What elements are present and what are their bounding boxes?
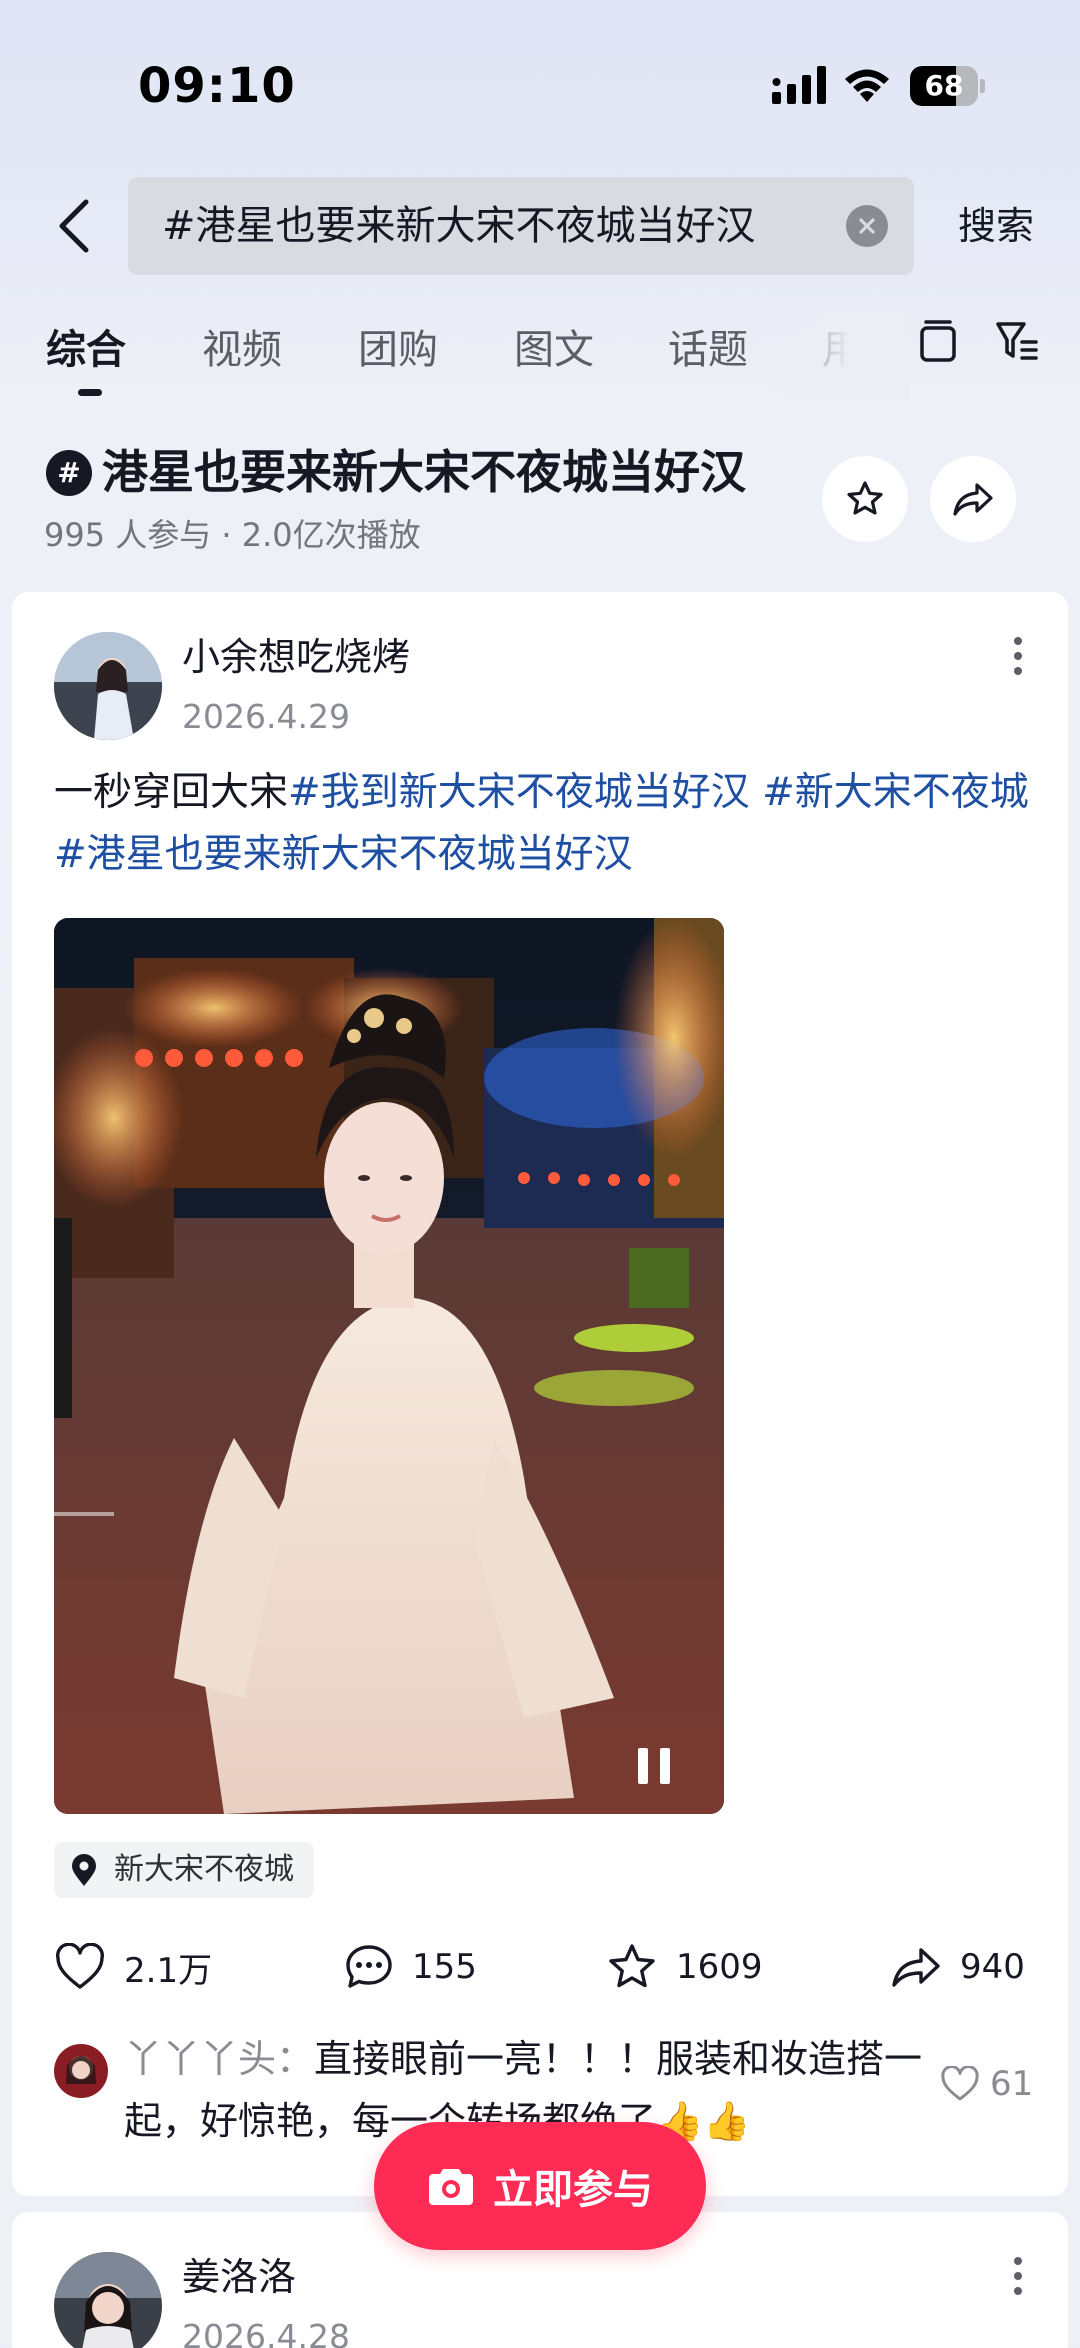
- post-caption: 一秒穿回大宋#我到新大宋不夜城当好汉 #新大宋不夜城 #港星也要来新大宋不夜城当…: [54, 762, 1034, 886]
- comment-count: 155: [412, 1947, 477, 1987]
- location-tag[interactable]: 新大宋不夜城: [54, 1842, 314, 1898]
- battery-percent: 68: [924, 69, 964, 102]
- video-frame: [54, 918, 724, 1814]
- search-query: #港星也要来新大宋不夜城当好汉: [162, 203, 756, 249]
- search-button[interactable]: 搜索: [958, 196, 1034, 256]
- status-time: 09:10: [138, 58, 296, 114]
- join-now-button[interactable]: 立即参与: [374, 2122, 706, 2250]
- tab-topic[interactable]: 话题: [668, 320, 748, 380]
- share-icon: [953, 483, 993, 516]
- like-button[interactable]: 2.1万: [54, 1932, 212, 2002]
- location-pin-icon: [72, 1854, 96, 1886]
- tab-group-buy[interactable]: 团购: [358, 320, 438, 380]
- favorite-count: 1609: [676, 1947, 763, 1987]
- topic-hash-icon: #: [46, 450, 92, 496]
- layout-toggle-icon[interactable]: [916, 318, 960, 368]
- video-player[interactable]: [54, 918, 724, 1814]
- status-bar: 09:10 68: [0, 0, 1080, 170]
- commenter-avatar[interactable]: [54, 2044, 108, 2098]
- camera-icon: [429, 2169, 473, 2205]
- caption-text: 一秒穿回大宋: [54, 770, 289, 815]
- author-name[interactable]: 小余想吃烧烤: [182, 630, 410, 684]
- tab-image-text[interactable]: 图文: [514, 320, 594, 380]
- clear-search-button[interactable]: [846, 205, 888, 247]
- comment-like-count: 61: [990, 2064, 1034, 2104]
- avatar[interactable]: [54, 632, 162, 740]
- topic-title: 港星也要来新大宋不夜城当好汉: [102, 445, 746, 499]
- favorite-button[interactable]: 1609: [606, 1932, 763, 2002]
- battery-indicator: 68: [910, 66, 985, 106]
- heart-icon: [941, 2066, 979, 2101]
- tab-comprehensive[interactable]: 综合: [46, 320, 126, 380]
- post-card[interactable]: 小余想吃烧烤 2026.4.29 一秒穿回大宋#我到新大宋不夜城当好汉 #新大宋…: [12, 592, 1068, 2196]
- close-icon: [859, 218, 875, 234]
- heart-icon: [56, 1943, 104, 1989]
- like-count: 2.1万: [124, 1950, 213, 1991]
- filter-icon[interactable]: [994, 318, 1040, 364]
- hashtag-link[interactable]: #新大宋不夜城: [762, 770, 1029, 815]
- search-input[interactable]: #港星也要来新大宋不夜城当好汉: [128, 177, 914, 275]
- comment-username: 丫丫丫头：: [124, 2037, 315, 2081]
- more-options-icon[interactable]: [998, 2246, 1038, 2306]
- hashtag-link[interactable]: #港星也要来新大宋不夜城当好汉: [54, 832, 633, 877]
- chevron-left-icon: [59, 199, 89, 253]
- wifi-icon: [845, 69, 889, 102]
- star-icon: [609, 1944, 655, 1988]
- favorite-topic-button[interactable]: [822, 456, 908, 542]
- comment-button[interactable]: 155: [344, 1932, 477, 2002]
- post-date: 2026.4.28: [182, 2317, 350, 2348]
- topic-stats: 995 人参与 · 2.0亿次播放: [44, 516, 421, 554]
- star-icon: [847, 481, 883, 515]
- share-topic-button[interactable]: [930, 456, 1016, 542]
- comment-like-button[interactable]: 61: [940, 2064, 1033, 2104]
- post-date: 2026.4.29: [182, 697, 350, 736]
- share-count: 940: [960, 1947, 1025, 1987]
- active-tab-indicator: [78, 389, 102, 396]
- more-options-icon[interactable]: [998, 626, 1038, 686]
- hashtag-link[interactable]: #我到新大宋不夜城当好汉: [288, 770, 762, 815]
- avatar[interactable]: [54, 2252, 162, 2348]
- author-name[interactable]: 姜洛洛: [182, 2250, 296, 2304]
- share-icon: [892, 1948, 940, 1987]
- tab-video[interactable]: 视频: [202, 320, 282, 380]
- join-now-label: 立即参与: [493, 2167, 653, 2213]
- share-button[interactable]: 940: [890, 1932, 1025, 2002]
- location-name: 新大宋不夜城: [114, 1852, 294, 1887]
- cellular-signal-icon: [772, 66, 826, 104]
- pause-icon[interactable]: [634, 1744, 674, 1788]
- back-button[interactable]: [46, 190, 100, 262]
- comment-icon: [346, 1945, 392, 1988]
